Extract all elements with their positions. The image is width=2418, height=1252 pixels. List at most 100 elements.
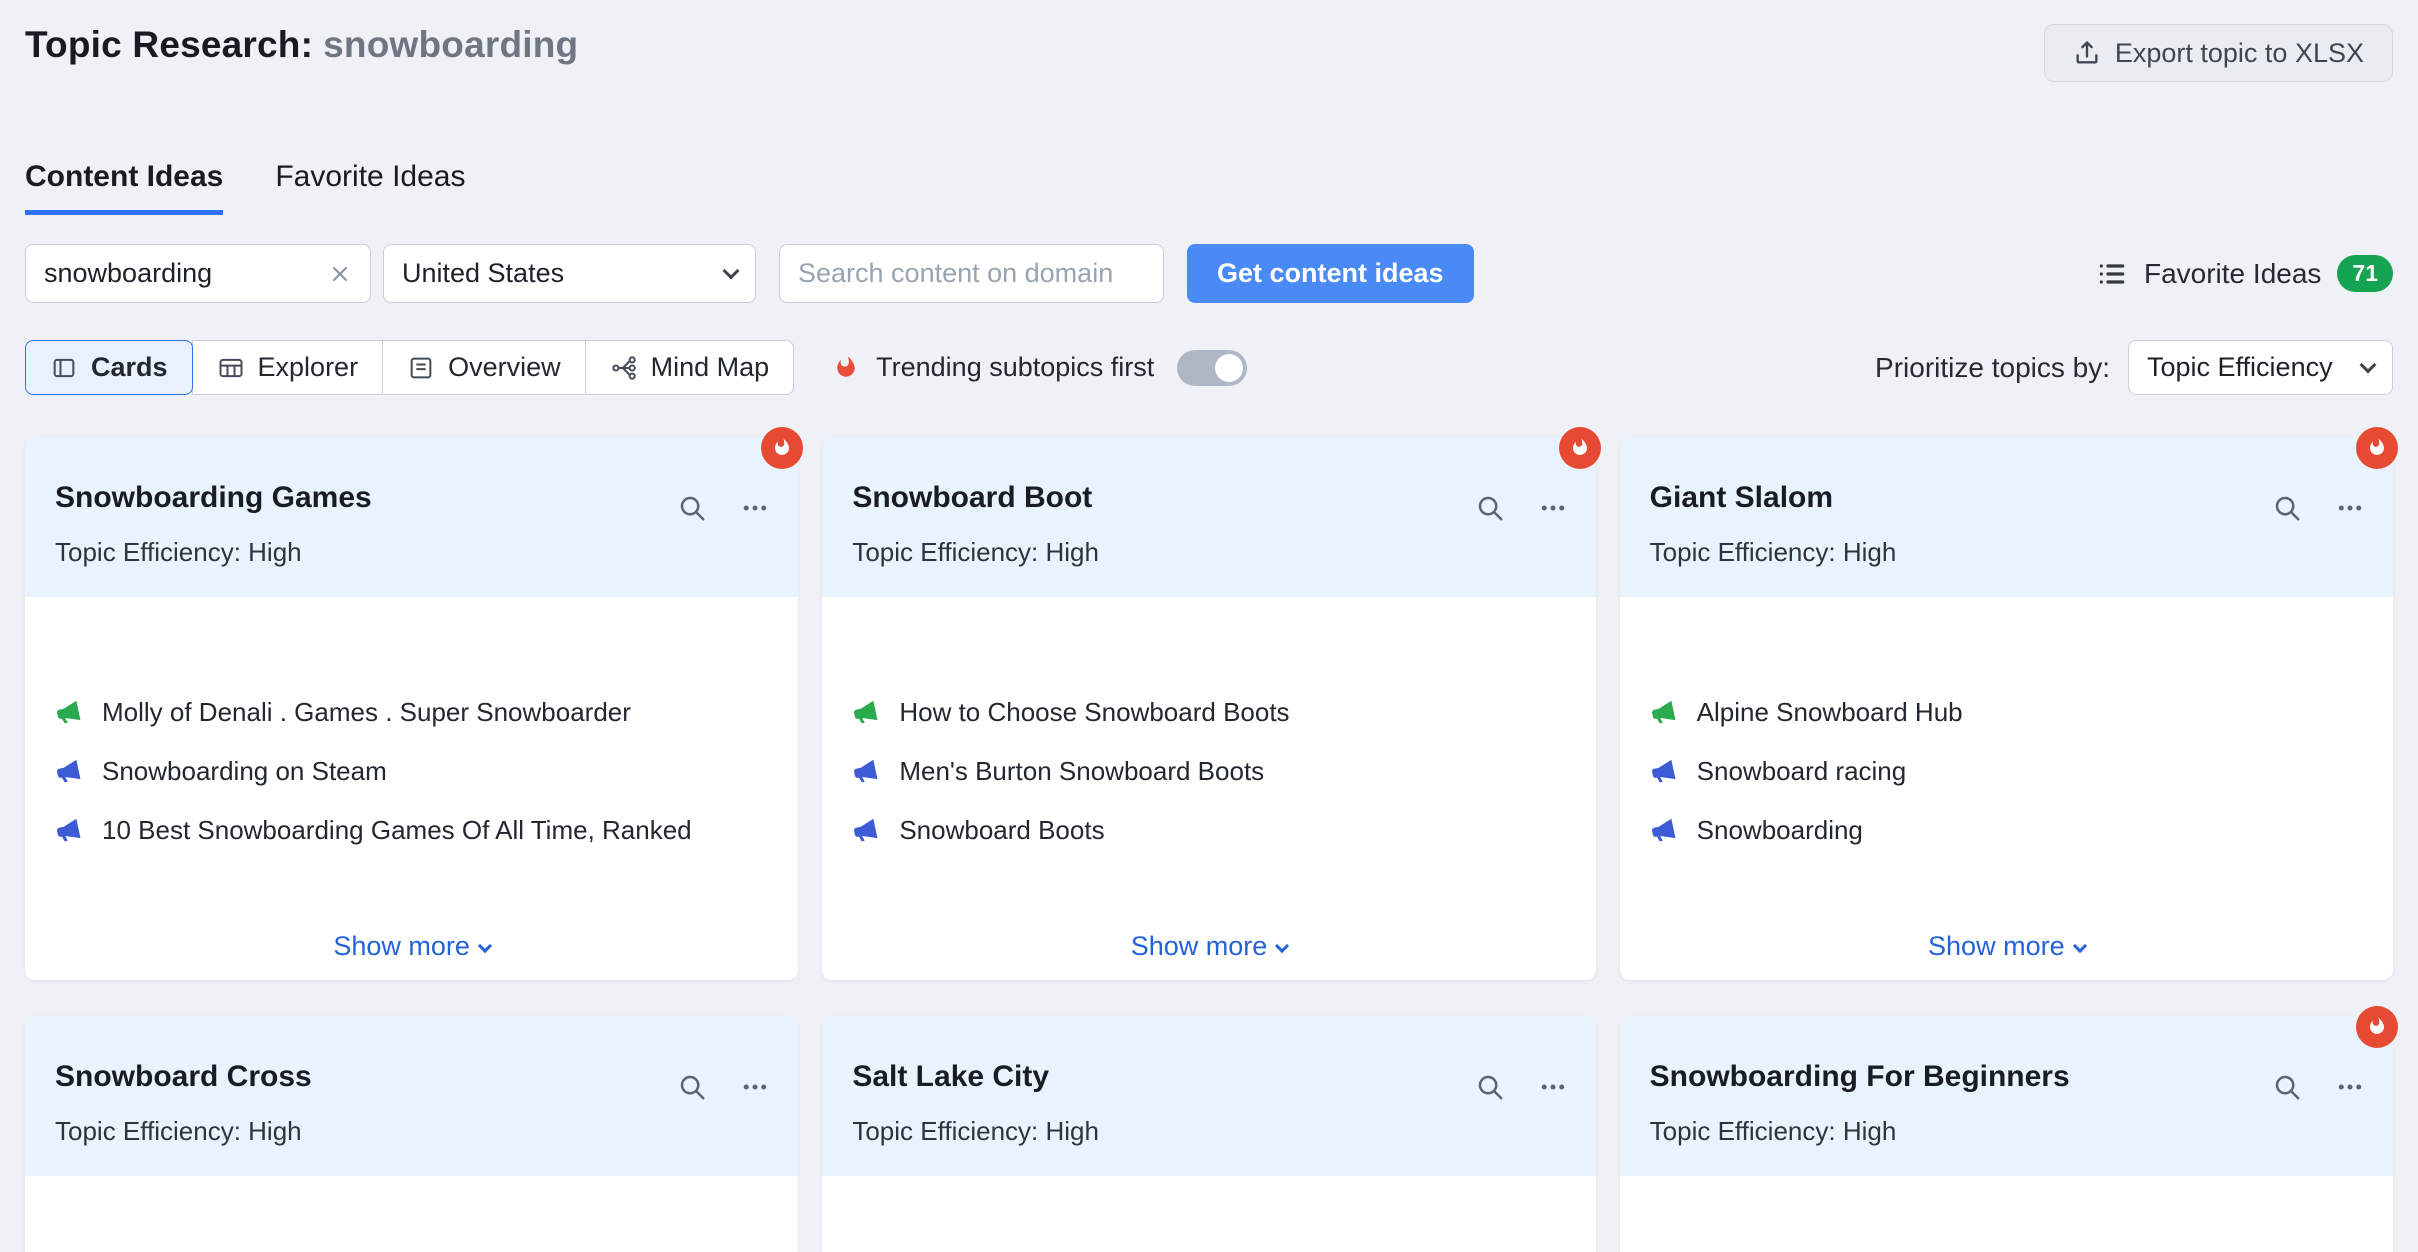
megaphone-icon <box>55 699 82 726</box>
megaphone-icon <box>1650 817 1677 844</box>
page-title-topic: snowboarding <box>323 24 578 65</box>
page-title: Topic Research:snowboarding <box>25 24 578 66</box>
card-headline-list: Molly of Denali . Games . Super Snowboar… <box>25 597 798 846</box>
card-more-icon[interactable] <box>2335 1072 2365 1102</box>
card-headline-list: Alpine Snowboard Hub Snowboard racing Sn… <box>1620 597 2393 846</box>
card-more-icon[interactable] <box>740 1072 770 1102</box>
headline-item[interactable]: 10 Best Snowboarding Games Of All Time, … <box>55 815 768 846</box>
view-cards-button[interactable]: Cards <box>25 340 193 395</box>
card-search-icon[interactable] <box>1475 1072 1505 1102</box>
headline-text: Alpine Snowboard Hub <box>1697 697 1963 728</box>
megaphone-icon <box>852 817 879 844</box>
card-more-icon[interactable] <box>740 493 770 523</box>
headline-item[interactable]: Snowboarding on Steam <box>55 756 768 787</box>
view-mindmap-button[interactable]: Mind Map <box>585 340 795 395</box>
headline-text: How to Choose Snowboard Boots <box>899 697 1289 728</box>
card-header: Snowboard Cross Topic Efficiency: High <box>25 1016 798 1176</box>
chevron-down-icon <box>478 939 492 953</box>
get-content-ideas-button[interactable]: Get content ideas <box>1187 244 1474 303</box>
show-more-link[interactable]: Show more <box>25 931 798 962</box>
card-more-icon[interactable] <box>1538 1072 1568 1102</box>
explorer-view-icon <box>217 354 245 382</box>
country-select[interactable]: United States <box>383 244 756 303</box>
headline-text: Snowboarding <box>1697 815 1863 846</box>
favorite-ideas-label: Favorite Ideas <box>2144 258 2321 290</box>
card-actions <box>2272 493 2365 523</box>
domain-search-input[interactable] <box>798 258 1145 289</box>
tab-content-ideas[interactable]: Content Ideas <box>25 160 223 215</box>
show-more-label: Show more <box>1928 931 2065 961</box>
topic-card-snowboarding-games: Snowboarding Games Topic Efficiency: Hig… <box>25 437 798 980</box>
card-topic-efficiency: Topic Efficiency: High <box>852 1116 1565 1147</box>
trending-flame-badge <box>1559 427 1601 469</box>
headline-text: 10 Best Snowboarding Games Of All Time, … <box>102 815 692 846</box>
card-more-icon[interactable] <box>2335 493 2365 523</box>
view-mindmap-label: Mind Map <box>651 352 770 383</box>
trending-subtopics-label: Trending subtopics first <box>876 352 1154 383</box>
topic-input-box <box>25 244 371 303</box>
headline-text: Snowboard Boots <box>899 815 1104 846</box>
headline-item[interactable]: How to Choose Snowboard Boots <box>852 697 1565 728</box>
view-explorer-button[interactable]: Explorer <box>192 340 384 395</box>
show-more-link[interactable]: Show more <box>1620 931 2393 962</box>
list-icon <box>2096 258 2128 290</box>
prioritize-select[interactable]: Topic Efficiency <box>2128 340 2393 395</box>
chevron-down-icon <box>1275 939 1289 953</box>
megaphone-icon <box>1650 699 1677 726</box>
headline-text: Molly of Denali . Games . Super Snowboar… <box>102 697 631 728</box>
card-topic-efficiency: Topic Efficiency: High <box>55 1116 768 1147</box>
clear-topic-icon[interactable] <box>328 262 352 286</box>
page-title-label: Topic Research: <box>25 24 313 65</box>
topic-card-salt-lake-city: Salt Lake City Topic Efficiency: High <box>822 1016 1595 1252</box>
view-switcher: Cards Explorer Overview Mind Map <box>25 340 794 395</box>
country-select-value: United States <box>402 258 564 289</box>
card-topic-efficiency: Topic Efficiency: High <box>1650 1116 2363 1147</box>
card-header: Salt Lake City Topic Efficiency: High <box>822 1016 1595 1176</box>
favorite-ideas-link[interactable]: Favorite Ideas 71 <box>2096 255 2393 292</box>
trending-subtopics-toggle[interactable] <box>1177 350 1247 386</box>
export-xlsx-button[interactable]: Export topic to XLSX <box>2044 24 2393 82</box>
headline-item[interactable]: Snowboard racing <box>1650 756 2363 787</box>
card-header: Snowboarding For Beginners Topic Efficie… <box>1620 1016 2393 1176</box>
card-title: Salt Lake City <box>852 1016 1565 1094</box>
headline-item[interactable]: Snowboarding <box>1650 815 2363 846</box>
tab-favorite-ideas[interactable]: Favorite Ideas <box>275 160 465 215</box>
headline-item[interactable]: Alpine Snowboard Hub <box>1650 697 2363 728</box>
page-header: Topic Research:snowboarding Export topic… <box>25 0 2393 82</box>
prioritize-control: Prioritize topics by: Topic Efficiency <box>1875 340 2393 395</box>
topic-card-snowboard-boot: Snowboard Boot Topic Efficiency: High Ho… <box>822 437 1595 980</box>
topic-card-snowboard-cross: Snowboard Cross Topic Efficiency: High <box>25 1016 798 1252</box>
topic-research-page: Topic Research:snowboarding Export topic… <box>0 0 2418 1252</box>
card-header: Giant Slalom Topic Efficiency: High <box>1620 437 2393 597</box>
topic-card-snowboarding-for-beginners: Snowboarding For Beginners Topic Efficie… <box>1620 1016 2393 1252</box>
card-topic-efficiency: Topic Efficiency: High <box>852 537 1565 568</box>
card-search-icon[interactable] <box>677 1072 707 1102</box>
card-search-icon[interactable] <box>677 493 707 523</box>
overview-view-icon <box>407 354 435 382</box>
card-search-icon[interactable] <box>2272 1072 2302 1102</box>
headline-item[interactable]: Snowboard Boots <box>852 815 1565 846</box>
card-search-icon[interactable] <box>2272 493 2302 523</box>
card-title: Giant Slalom <box>1650 437 2363 515</box>
view-cards-label: Cards <box>91 352 168 383</box>
card-topic-efficiency: Topic Efficiency: High <box>55 537 768 568</box>
headline-item[interactable]: Men's Burton Snowboard Boots <box>852 756 1565 787</box>
cards-view-icon <box>50 354 78 382</box>
headline-text: Men's Burton Snowboard Boots <box>899 756 1264 787</box>
card-title: Snowboarding For Beginners <box>1650 1016 2363 1094</box>
show-more-link[interactable]: Show more <box>822 931 1595 962</box>
card-actions <box>677 1072 770 1102</box>
chevron-down-icon <box>2360 356 2377 373</box>
card-search-icon[interactable] <box>1475 493 1505 523</box>
card-more-icon[interactable] <box>1538 493 1568 523</box>
prioritize-select-value: Topic Efficiency <box>2147 352 2333 383</box>
favorite-ideas-count-badge: 71 <box>2337 255 2393 292</box>
view-overview-button[interactable]: Overview <box>382 340 586 395</box>
megaphone-icon <box>55 817 82 844</box>
card-actions <box>677 493 770 523</box>
card-actions <box>2272 1072 2365 1102</box>
headline-item[interactable]: Molly of Denali . Games . Super Snowboar… <box>55 697 768 728</box>
filter-row: United States Get content ideas Favorite… <box>25 244 2393 303</box>
topic-input[interactable] <box>44 258 328 289</box>
trending-flame-badge <box>2356 427 2398 469</box>
